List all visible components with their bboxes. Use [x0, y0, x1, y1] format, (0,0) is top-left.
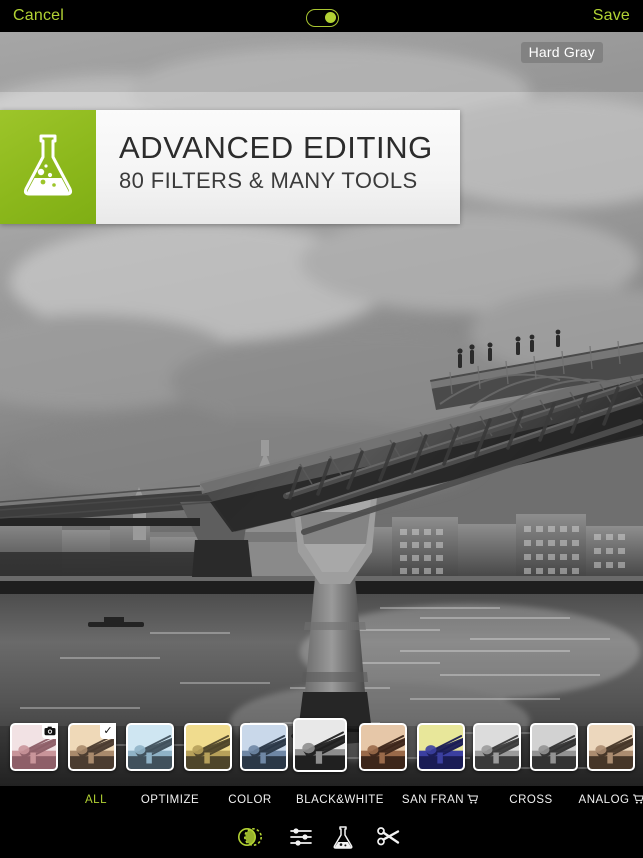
category-tab-label: ALL: [85, 794, 107, 806]
sliders-icon: [289, 827, 313, 852]
filter-thumbnail-selected-warm[interactable]: ✓: [68, 723, 116, 771]
filter-thumbnail-soft-gray[interactable]: [530, 723, 578, 771]
crop-tool-button[interactable]: [375, 826, 401, 852]
category-tab-label: CROSS: [509, 794, 552, 806]
adjust-tool-button[interactable]: [288, 826, 314, 852]
filter-thumbnail-preview: [361, 725, 405, 769]
filter-thumbnail-preview: [186, 725, 230, 769]
filter-thumbnail-blue-tone[interactable]: [240, 723, 288, 771]
filter-thumbnail-preview: [295, 720, 345, 770]
editor-tool-bar: [0, 818, 643, 858]
flask-icon: [21, 132, 75, 203]
filter-thumbnail-preview: [589, 725, 633, 769]
category-tab-all[interactable]: ALL: [85, 794, 107, 806]
scissors-icon: [376, 826, 400, 853]
filters-tool-button[interactable]: [237, 826, 263, 852]
filter-thumbnail-yellow-blue-split[interactable]: [417, 723, 465, 771]
category-tab-label: OPTIMIZE: [141, 794, 199, 806]
promo-subtitle: 80 FILTERS & MANY TOOLS: [119, 166, 460, 196]
promo-title: ADVANCED EDITING: [119, 130, 460, 166]
filter-thumbnail-sepia-brown[interactable]: [359, 723, 407, 771]
active-filter-name-badge: Hard Gray: [521, 42, 603, 63]
advanced-editing-promo-banner[interactable]: ADVANCED EDITING 80 FILTERS & MANY TOOLS: [0, 110, 460, 224]
effects-tool-button[interactable]: [330, 826, 356, 852]
editor-top-bar: Cancel Save: [0, 0, 643, 32]
filter-category-bar: ALL OPTIMIZE COLOR BLACK&WHITE SAN FRAN CROSS…: [0, 786, 643, 818]
category-tab-label: BLACK&WHITE: [296, 794, 384, 806]
category-tab-cross[interactable]: CROSS: [509, 794, 552, 806]
overlapping-circles-icon: [237, 826, 263, 853]
promo-icon-container: [0, 110, 96, 224]
filter-thumbnail-yellow-vintage[interactable]: [184, 723, 232, 771]
filter-thumbnail-preview: [475, 725, 519, 769]
flask-icon: [333, 825, 353, 854]
filter-thumbnail-cool-blue[interactable]: [126, 723, 174, 771]
compare-toggle[interactable]: [306, 9, 339, 27]
shopping-cart-icon: [632, 794, 643, 807]
category-tab-optimize[interactable]: OPTIMIZE: [141, 794, 199, 806]
filter-thumbnail-warm-cream[interactable]: [587, 723, 635, 771]
filter-thumbnail-hard-gray[interactable]: [293, 718, 347, 772]
category-tab-black-white[interactable]: BLACK&WHITE: [296, 794, 384, 806]
category-tab-label: ANALOG: [579, 794, 630, 806]
camera-icon: [42, 723, 58, 739]
filter-thumbnail-light-gray[interactable]: [473, 723, 521, 771]
category-tab-san-fran[interactable]: SAN FRAN: [402, 794, 478, 807]
category-tab-color[interactable]: COLOR: [228, 794, 271, 806]
category-tab-label: COLOR: [228, 794, 271, 806]
filter-thumbnail-preview: [128, 725, 172, 769]
filter-thumbnail-preview: [419, 725, 463, 769]
cancel-button[interactable]: Cancel: [13, 7, 64, 25]
filter-thumbnail-preview: [532, 725, 576, 769]
category-tab-label: SAN FRAN: [402, 794, 464, 806]
filter-thumbnail-preview: [242, 725, 286, 769]
shopping-cart-icon: [467, 794, 478, 807]
save-button[interactable]: Save: [593, 7, 630, 25]
photo-editor-screen: Hard Gray ADVANCED EDITING 80 FILTERS & …: [0, 0, 643, 858]
compare-toggle-knob: [325, 12, 336, 23]
promo-text-container: ADVANCED EDITING 80 FILTERS & MANY TOOLS: [96, 110, 460, 224]
filter-thumbnail-original-camera[interactable]: [10, 723, 58, 771]
filter-thumbnail-strip[interactable]: ✓: [0, 712, 643, 784]
category-tab-analog[interactable]: ANALOG: [579, 794, 643, 807]
check-icon: ✓: [100, 723, 116, 739]
